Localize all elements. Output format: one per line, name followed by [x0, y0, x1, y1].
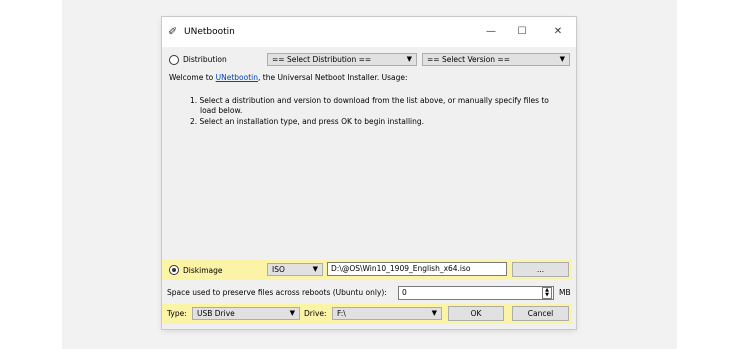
- version-select[interactable]: == Select Version == ▼: [422, 53, 570, 66]
- unetbootin-app-icon: ✐: [168, 25, 178, 38]
- instruction-step-1-continued: load below.: [200, 106, 243, 115]
- unetbootin-window: ✐ UNetbootin — ☐ ✕ Distribution == Selec…: [162, 17, 576, 329]
- title-bar: ✐ UNetbootin — ☐ ✕: [162, 17, 576, 47]
- distribution-select-value: == Select Distribution ==: [272, 55, 372, 64]
- window-title: UNetbootin: [184, 27, 235, 37]
- type-label: Type:: [167, 309, 187, 318]
- cancel-button[interactable]: Cancel: [512, 306, 569, 321]
- distribution-radio[interactable]: [169, 55, 179, 65]
- persistence-label: Space used to preserve files across rebo…: [167, 288, 387, 297]
- install-type-select[interactable]: USB Drive ▼: [192, 307, 300, 320]
- chevron-down-icon: ▼: [431, 309, 437, 317]
- intro-suffix: , the Universal Netboot Installer. Usage…: [257, 73, 408, 82]
- drive-label: Drive:: [304, 309, 327, 318]
- persistence-input[interactable]: 0: [398, 286, 554, 300]
- version-select-value: == Select Version ==: [427, 55, 511, 64]
- maximize-button[interactable]: ☐: [509, 23, 535, 41]
- close-button[interactable]: ✕: [545, 23, 571, 41]
- persistence-unit: MB: [559, 288, 571, 297]
- ok-button[interactable]: OK: [448, 306, 504, 321]
- instruction-step-2: 2. Select an installation type, and pres…: [190, 117, 425, 126]
- instruction-step-1: 1. Select a distribution and version to …: [190, 96, 549, 105]
- chevron-down-icon: ▼: [406, 55, 412, 63]
- chevron-down-icon: ▼: [559, 55, 565, 63]
- iso-path-input[interactable]: D:\@OS\Win10_1909_English_x64.iso: [327, 262, 507, 276]
- diskimage-radio[interactable]: [169, 265, 179, 275]
- drive-value: F:\: [337, 309, 346, 318]
- minimize-button[interactable]: —: [478, 23, 504, 41]
- unetbootin-link[interactable]: UNetbootin: [216, 73, 258, 82]
- distribution-select[interactable]: == Select Distribution == ▼: [267, 53, 417, 66]
- spin-down-icon: ▼: [545, 292, 549, 298]
- diskimage-label: Diskimage: [183, 266, 223, 275]
- image-type-select[interactable]: ISO ▼: [267, 263, 323, 276]
- chevron-down-icon: ▼: [289, 309, 295, 317]
- install-type-value: USB Drive: [197, 309, 235, 318]
- distribution-label: Distribution: [183, 55, 227, 64]
- intro-text: Welcome to UNetbootin, the Universal Net…: [169, 73, 408, 83]
- persistence-spinner[interactable]: ▲ ▼: [542, 287, 552, 299]
- intro-prefix: Welcome to: [169, 73, 216, 82]
- browse-button[interactable]: ...: [512, 262, 569, 277]
- drive-select[interactable]: F:\ ▼: [332, 307, 442, 320]
- image-type-value: ISO: [272, 265, 285, 274]
- chevron-down-icon: ▼: [312, 265, 318, 273]
